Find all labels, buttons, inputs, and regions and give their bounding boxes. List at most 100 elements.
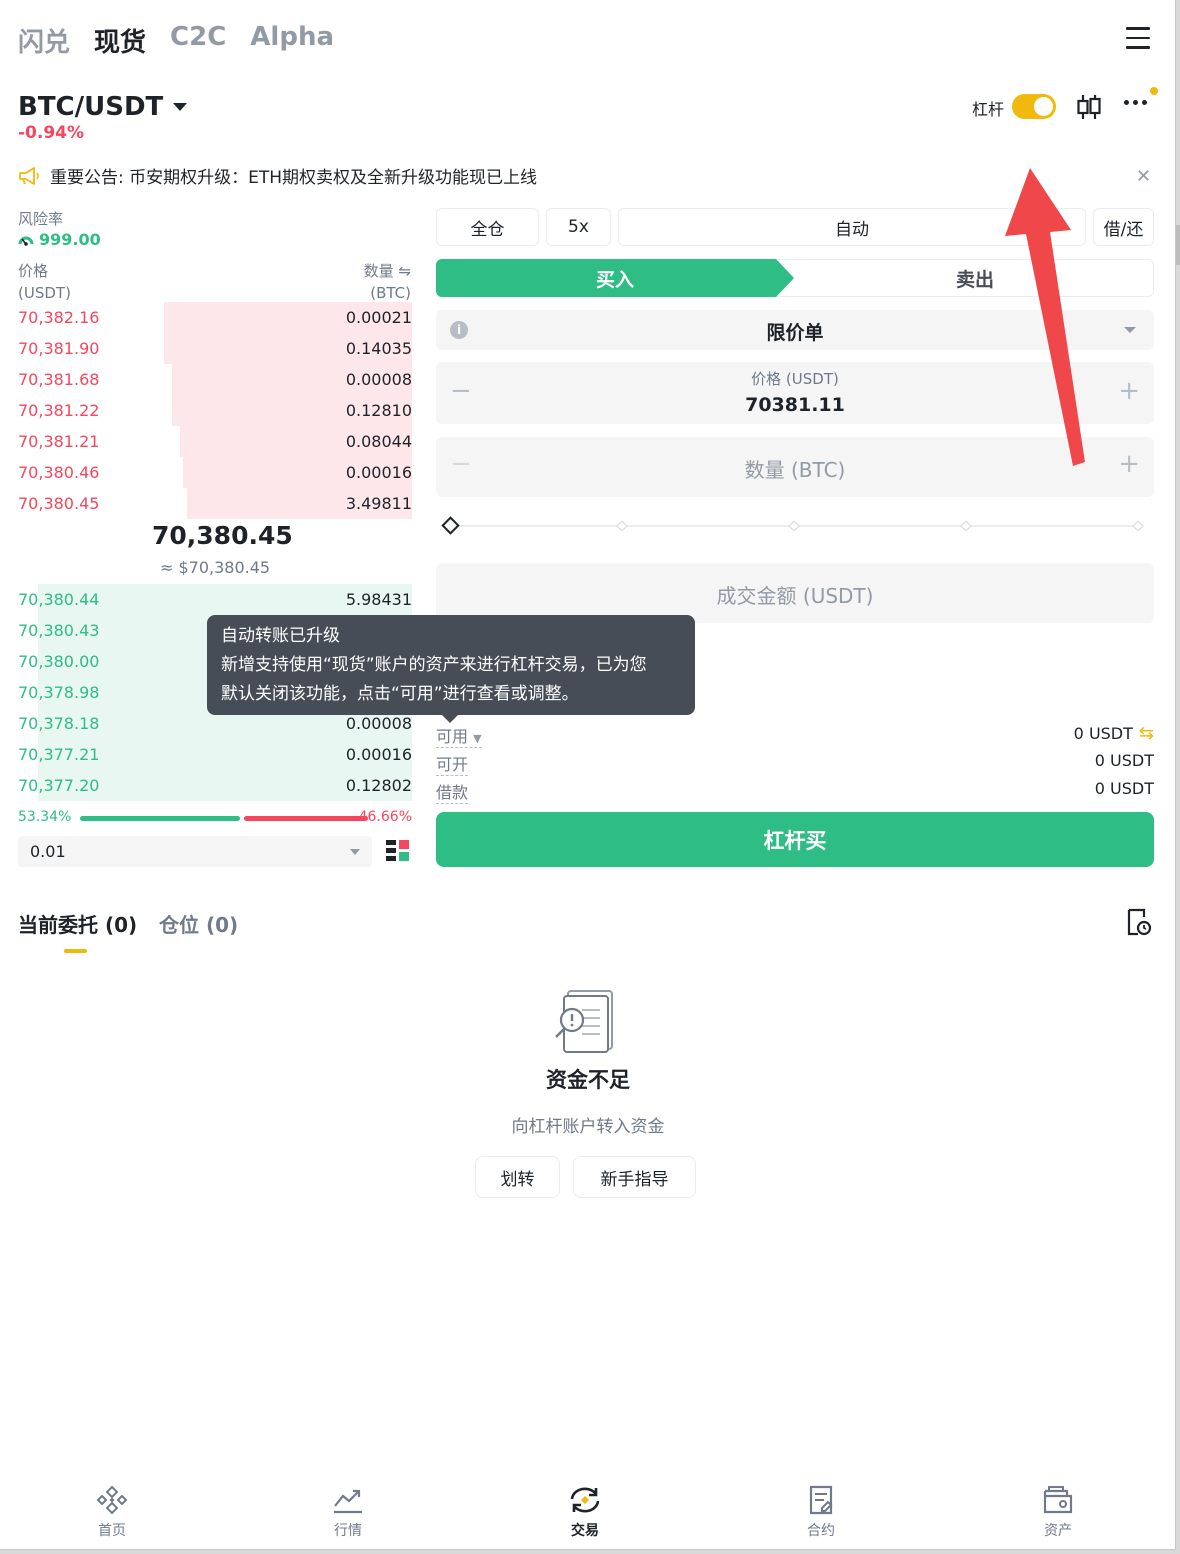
bid-row[interactable]: 70,377.20 0.12802	[18, 770, 412, 801]
transfer-button[interactable]: 划转	[475, 1156, 560, 1198]
quantity-placeholder: 数量 (BTC)	[744, 458, 846, 482]
qty-column-header[interactable]: 数量 ⇋	[364, 260, 411, 281]
nav-tab-c2c[interactable]: C2C	[170, 22, 226, 59]
ask-quantity: 0.00016	[345, 463, 412, 482]
risk-gauge-icon	[18, 236, 34, 246]
ask-row[interactable]: 70,382.16 0.00021	[18, 302, 412, 333]
borrow-repay-button[interactable]: 借/还	[1093, 208, 1154, 246]
candlestick-chart-icon[interactable]	[1076, 92, 1102, 122]
close-icon[interactable]: ✕	[1136, 166, 1151, 187]
bottom-nav-home[interactable]: 首页	[67, 1484, 157, 1540]
quantity-input[interactable]: 数量 (BTC) − +	[436, 437, 1154, 497]
amount-slider[interactable]	[441, 516, 1144, 535]
ask-row[interactable]: 70,381.68 0.00008	[18, 364, 412, 395]
bid-price: 70,380.44	[18, 590, 100, 609]
price-column-header: 价格	[18, 262, 49, 280]
nav-tab-alpha[interactable]: Alpha	[250, 22, 334, 59]
borrow-mode-button[interactable]: 自动	[618, 208, 1086, 246]
ask-row[interactable]: 70,380.45 3.49811	[18, 488, 412, 519]
empty-document-icon	[555, 990, 613, 1053]
margin-mode-button[interactable]: 全仓	[436, 208, 539, 246]
bottom-nav-markets[interactable]: 行情	[303, 1484, 393, 1540]
ask-quantity: 0.00021	[345, 308, 412, 327]
risk-rate-label: 风险率	[18, 210, 64, 228]
slider-step-50[interactable]	[788, 520, 800, 532]
nav-tab-spot[interactable]: 现货	[94, 22, 146, 59]
bid-price: 70,378.18	[18, 714, 100, 733]
last-price[interactable]: 70,380.45	[152, 521, 293, 550]
price-input-label: 价格 (USDT)	[751, 370, 839, 388]
hamburger-menu-icon[interactable]	[1126, 27, 1150, 49]
qty-column-unit: (BTC)	[370, 284, 411, 302]
available-label[interactable]: 可用 ▼	[436, 723, 482, 748]
total-input[interactable]: 成交金额 (USDT)	[436, 563, 1154, 623]
ask-quantity: 3.49811	[345, 494, 412, 513]
price-input[interactable]: 价格 (USDT) 70381.11 − +	[436, 362, 1154, 424]
slider-step-100[interactable]	[1132, 520, 1144, 532]
bottom-nav-trade[interactable]: 交易	[540, 1484, 630, 1540]
caret-down-icon: ▼	[473, 732, 482, 745]
order-type-label: 限价单	[766, 322, 824, 344]
order-history-icon[interactable]	[1126, 907, 1152, 937]
bid-row[interactable]: 70,377.21 0.00016	[18, 739, 412, 770]
tab-open-orders[interactable]: 当前委托 (0)	[18, 909, 137, 938]
max-open-label: 可开	[436, 751, 469, 776]
ask-price: 70,381.21	[18, 432, 100, 451]
tick-size-select[interactable]: 0.01	[18, 836, 372, 867]
minus-icon[interactable]: −	[450, 449, 472, 479]
bid-quantity: 5.98431	[345, 590, 412, 609]
tooltip-line-1: 新增支持使用“现货”账户的资产来进行杠杆交易，已为您	[221, 655, 647, 675]
ask-row[interactable]: 70,380.46 0.00016	[18, 457, 412, 488]
top-nav: 闪兑 现货 C2C Alpha	[18, 22, 334, 59]
nav-tab-convert[interactable]: 闪兑	[18, 22, 70, 59]
bottom-nav-home-label: 首页	[98, 1523, 126, 1539]
markets-icon	[334, 1489, 362, 1514]
pair-selector[interactable]: BTC/USDT	[18, 92, 188, 122]
minus-icon[interactable]: −	[450, 376, 472, 406]
leverage-button[interactable]: 5x	[546, 208, 611, 246]
tooltip-arrow	[442, 715, 458, 723]
available-label-text: 可用	[436, 727, 469, 746]
announcement-bar[interactable]: 重要公告: 币安期权升级：ETH期权卖权及全新升级功能现已上线	[18, 163, 537, 188]
slider-step-25[interactable]	[616, 520, 628, 532]
ask-row[interactable]: 70,381.21 0.08044	[18, 426, 412, 457]
price-input-value[interactable]: 70381.11	[436, 394, 1154, 416]
ask-row[interactable]: 70,381.90 0.14035	[18, 333, 412, 364]
borrowed-value: 0 USDT	[1094, 779, 1154, 798]
slider-knob[interactable]	[441, 516, 460, 535]
ask-price: 70,381.22	[18, 401, 100, 420]
beginner-guide-button[interactable]: 新手指导	[573, 1156, 696, 1198]
bottom-nav-futures[interactable]: 合约	[776, 1484, 866, 1540]
ask-price: 70,380.46	[18, 463, 100, 482]
buy-ratio: 53.34%	[18, 809, 72, 825]
caret-down-icon	[350, 849, 360, 855]
leverage-buy-button[interactable]: 杠杆买	[436, 812, 1154, 867]
buy-sell-ratio: 53.34% 46.66%	[18, 808, 412, 828]
orderbook-layout-icon[interactable]	[386, 839, 410, 863]
price-column-unit: (USDT)	[18, 284, 71, 302]
order-type-select[interactable]: i 限价单	[436, 310, 1154, 350]
plus-icon[interactable]: +	[1118, 449, 1140, 479]
ask-row[interactable]: 70,381.22 0.12810	[18, 395, 412, 426]
ask-quantity: 0.00008	[345, 370, 412, 389]
bottom-nav-assets[interactable]: 资产	[1013, 1484, 1103, 1540]
plus-icon[interactable]: +	[1118, 376, 1140, 406]
caret-down-icon	[173, 103, 188, 111]
buy-tab[interactable]: 买入	[436, 259, 794, 297]
leverage-toggle[interactable]	[1012, 94, 1056, 119]
sell-tab[interactable]: 卖出	[776, 259, 1154, 297]
scrollbar-thumb[interactable]	[1176, 225, 1180, 265]
more-options-icon[interactable]	[1124, 100, 1147, 105]
wallet-icon	[1043, 1486, 1073, 1514]
active-tab-indicator	[64, 949, 87, 953]
borrowed-label: 借款	[436, 779, 469, 804]
tooltip-line-2: 默认关闭该功能，点击“可用”进行查看或调整。	[221, 684, 579, 704]
tab-positions[interactable]: 仓位 (0)	[159, 909, 238, 938]
ask-price: 70,381.90	[18, 339, 100, 358]
slider-step-75[interactable]	[960, 520, 972, 532]
pair-symbol: BTC/USDT	[18, 92, 164, 122]
bottom-nav-markets-label: 行情	[334, 1523, 362, 1539]
sell-ratio-bar	[244, 816, 368, 821]
bid-row[interactable]: 70,380.44 5.98431	[18, 584, 412, 615]
transfer-icon[interactable]: ⇆	[1139, 723, 1154, 744]
